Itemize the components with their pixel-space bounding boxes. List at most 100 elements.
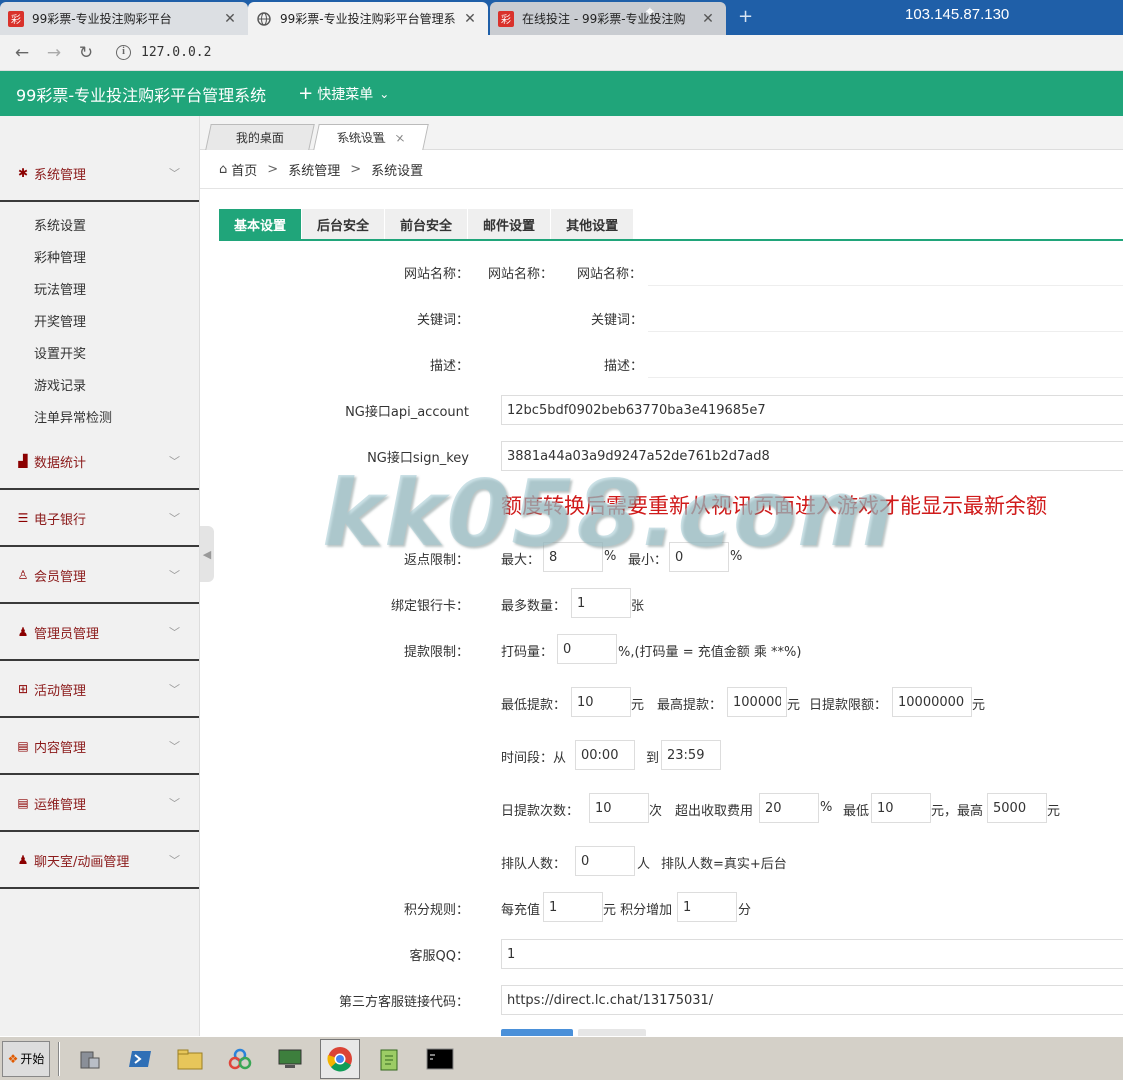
forward-arrow-icon[interactable]: → (38, 43, 70, 63)
bet-volume-input[interactable] (557, 634, 617, 664)
keywords-label-2: 关键词： (591, 313, 644, 328)
site-name-label-3: 网站名称： (577, 267, 643, 282)
ng-sign-input[interactable] (501, 441, 1123, 471)
bank-card-max-input[interactable] (571, 588, 631, 618)
points-deposit-input[interactable] (543, 892, 603, 922)
breadcrumb-home[interactable]: 首页 (231, 160, 257, 179)
close-icon[interactable]: × (393, 131, 406, 145)
command-prompt-icon[interactable] (420, 1039, 460, 1079)
back-arrow-icon[interactable]: ← (6, 43, 38, 63)
min-withdraw-input[interactable] (571, 687, 631, 717)
description-input[interactable] (648, 348, 1123, 378)
queue-label: 排队人数： (501, 857, 567, 872)
chevron-down-icon: ﹀ (169, 167, 180, 180)
daily-times-label: 日提款次数： (501, 804, 580, 819)
breadcrumb-system[interactable]: 系统管理 (288, 160, 340, 179)
close-tab-icon[interactable]: ✕ (700, 11, 716, 27)
points-unit: 分 (738, 903, 752, 918)
fee-label: 超出收取费用 (675, 804, 754, 819)
fee-max-input[interactable] (987, 793, 1047, 823)
chevron-down-icon: ﹀ (169, 512, 180, 525)
sidebar-item-game-records[interactable]: 游戏记录 (34, 375, 86, 394)
browser-tab-2[interactable]: 99彩票-专业投注购彩平台管理系 ✕ (248, 2, 488, 35)
settings-tabs: 基本设置 后台安全 前台安全 邮件设置 其他设置 (219, 209, 1123, 241)
rebate-max-input[interactable] (543, 542, 603, 572)
ng-account-input[interactable] (501, 395, 1123, 425)
browser-tab-bar: 彩 99彩票-专业投注购彩平台 ✕ 99彩票-专业投注购彩平台管理系 ✕ 彩 在… (0, 0, 1123, 35)
breadcrumb: ⌂ 首页 > 系统管理 > 系统设置 (200, 150, 1123, 189)
daily-times-input[interactable] (589, 793, 649, 823)
bar-chart-icon: ▟ (18, 454, 28, 468)
qq-label: 客服QQ： (409, 949, 469, 964)
user-icon: ♟ (17, 853, 29, 867)
gear-icon: ✱ (17, 166, 29, 180)
sidebar-section-content[interactable]: ▤ 内容管理 ﹀ (0, 719, 199, 775)
sidebar-item-set-draw[interactable]: 设置开奖 (34, 343, 86, 362)
pin-icon[interactable]: ⌖ (646, 4, 664, 22)
sidebar-item-play-methods[interactable]: 玩法管理 (34, 279, 86, 298)
url-field[interactable]: i 127.0.0.2 (116, 45, 211, 60)
bet-volume-note: %,(打码量 = 充值金额 乘 **%) (618, 645, 802, 660)
powershell-icon[interactable] (120, 1039, 160, 1079)
lottery-logo-icon: 彩 (498, 10, 514, 27)
sidebar-section-ebank[interactable]: ☰ 电子银行 ﹀ (0, 491, 199, 547)
sidebar-section-admins[interactable]: ♟ 管理员管理 ﹀ (0, 605, 199, 661)
page-tab-system-settings[interactable]: 系统设置 × (313, 124, 429, 150)
rebate-label: 返点限制： (403, 553, 469, 568)
file-explorer-icon[interactable] (170, 1039, 210, 1079)
time-to-input[interactable] (661, 740, 721, 770)
daily-limit-input[interactable] (892, 687, 972, 717)
fee-min-input[interactable] (871, 793, 931, 823)
page-tab-desktop[interactable]: 我的桌面 (205, 124, 315, 150)
qq-input[interactable] (501, 939, 1123, 969)
sidebar-section-ops[interactable]: ▤ 运维管理 ﹀ (0, 776, 199, 832)
sidebar-collapse-handle[interactable]: ◀ (200, 526, 214, 582)
new-tab-button[interactable]: + (738, 6, 753, 27)
page-tab-label: 我的桌面 (235, 131, 284, 145)
remote-desktop-icon[interactable] (270, 1039, 310, 1079)
reload-icon[interactable]: ↻ (70, 43, 102, 63)
time-from-input[interactable] (575, 740, 635, 770)
queue-input[interactable] (575, 846, 635, 876)
sidebar-item-system-settings[interactable]: 系统设置 (34, 215, 86, 234)
close-tab-icon[interactable]: ✕ (462, 11, 478, 27)
third-party-input[interactable] (501, 985, 1123, 1015)
close-tab-icon[interactable]: ✕ (222, 11, 238, 27)
fee-input[interactable] (759, 793, 819, 823)
cloud-app-icon[interactable] (220, 1039, 260, 1079)
rebate-min-input[interactable] (669, 542, 729, 572)
queue-note: 排队人数=真实+后台 (661, 857, 787, 872)
sidebar-section-statistics[interactable]: ▟ 数据统计 ﹀ (0, 434, 199, 490)
quick-menu-button[interactable]: + 快捷菜单 ⌄ (298, 83, 389, 104)
tab-other-settings[interactable]: 其他设置 (551, 209, 634, 239)
chevron-down-icon: ﹀ (169, 797, 180, 810)
third-party-label: 第三方客服链接代码： (338, 995, 469, 1010)
server-manager-icon[interactable] (70, 1039, 110, 1079)
browser-tab-3[interactable]: 彩 在线投注 - 99彩票-专业投注购 ✕ (490, 2, 726, 35)
sidebar-section-members[interactable]: ♙ 会员管理 ﹀ (0, 548, 199, 604)
yuan-unit: 元 (787, 698, 801, 713)
keywords-input[interactable] (648, 302, 1123, 332)
tab-mail-settings[interactable]: 邮件设置 (468, 209, 551, 239)
withdraw-label: 提款限制： (403, 645, 469, 660)
notepad-plus-icon[interactable] (370, 1039, 410, 1079)
gift-icon: ⊞ (17, 682, 29, 696)
max-withdraw-input[interactable] (727, 687, 787, 717)
sidebar-section-activities[interactable]: ⊞ 活动管理 ﹀ (0, 662, 199, 718)
tab-backend-security[interactable]: 后台安全 (302, 209, 385, 239)
sidebar-section-chatroom[interactable]: ♟ 聊天室/动画管理 ﹀ (0, 833, 199, 889)
tab-frontend-security[interactable]: 前台安全 (385, 209, 468, 239)
browser-tab-1[interactable]: 彩 99彩票-专业投注购彩平台 ✕ (0, 2, 248, 35)
sidebar-item-lottery-types[interactable]: 彩种管理 (34, 247, 86, 266)
info-icon[interactable]: i (116, 45, 131, 60)
points-award-input[interactable] (677, 892, 737, 922)
start-button[interactable]: ❖ 开始 (2, 1040, 50, 1077)
sidebar-section-system[interactable]: ✱ 系统管理 ﹀ (0, 146, 199, 202)
sidebar-item-draw-management[interactable]: 开奖管理 (34, 311, 86, 330)
site-name-label-2: 网站名称： (488, 267, 554, 282)
user-icon: ♟ (17, 625, 29, 639)
tab-basic-settings[interactable]: 基本设置 (219, 209, 302, 239)
chrome-icon[interactable] (320, 1038, 360, 1079)
sidebar-item-bet-anomaly[interactable]: 注单异常检测 (34, 407, 112, 426)
site-name-input[interactable] (648, 256, 1123, 286)
